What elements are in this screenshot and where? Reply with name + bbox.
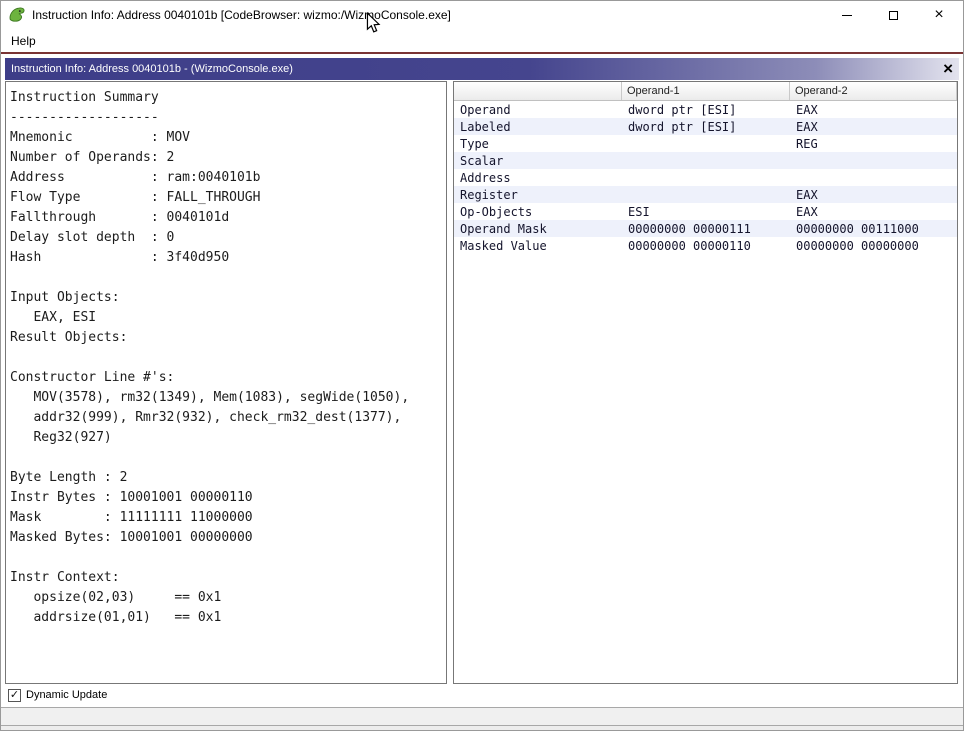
checkmark-icon: ✓ [9,688,20,701]
row-label: Masked Value [460,238,547,253]
table-row[interactable]: Masked Value 00000000 00000110 00000000 00… [454,237,957,254]
row-value [622,186,790,203]
row-label: Op-Objects [460,204,533,219]
column-header-operand-1[interactable]: Operand-1 [622,82,790,100]
row-value [622,169,790,186]
row-value: 00000000 00000000 [796,238,919,253]
operand-table-header: Operand-1 Operand-2 [454,82,957,101]
dialog-close-button[interactable]: × [943,58,953,80]
row-value: dword ptr [ESI] [628,102,737,117]
dialog-close-icon: × [943,59,953,78]
row-value [790,169,957,186]
footer-row: ✓ Dynamic Update [8,686,107,704]
row-value: EAX [796,204,818,219]
row-label: Type [460,136,489,151]
column-header-blank[interactable] [454,82,622,100]
ghidra-icon [9,7,25,22]
minimize-button[interactable] [824,1,870,29]
window-title: Instruction Info: Address 0040101b [Code… [32,8,451,22]
instruction-summary-panel: Instruction Summary ------------------- … [5,81,447,684]
status-bar [1,707,963,726]
app-window: Instruction Info: Address 0040101b [Code… [0,0,964,731]
row-value [622,135,790,152]
table-row[interactable]: Operand Mask 00000000 00000111 00000000 00… [454,220,957,237]
menu-help[interactable]: Help [1,31,46,51]
table-row[interactable]: Address [454,169,957,186]
column-header-operand-2[interactable]: Operand-2 [790,82,957,100]
close-icon: × [934,6,944,23]
row-value: 00000000 00000111 [628,221,751,236]
row-value [622,152,790,169]
summary-text: Instruction Summary ------------------- … [10,90,410,625]
table-row[interactable]: Operand dword ptr [ESI] EAX [454,101,957,118]
row-value: 00000000 00111000 [796,221,919,236]
minimize-icon [842,14,852,16]
table-row[interactable]: Op-Objects ESI EAX [454,203,957,220]
maximize-button[interactable] [870,1,916,29]
dynamic-update-checkbox[interactable]: ✓ [8,688,21,702]
row-value: 00000000 00000110 [628,238,751,253]
menubar: Help [1,29,963,52]
row-value: REG [796,136,818,151]
row-label: Labeled [460,119,511,134]
operand-table-body: Operand dword ptr [ESI] EAX Labeled dword pt… [454,101,957,254]
row-value: dword ptr [ESI] [628,119,737,134]
row-label: Operand Mask [460,221,547,236]
dialog-title: Instruction Info: Address 0040101b - (Wi… [11,63,293,75]
row-label: Scalar [460,153,504,168]
row-value [790,152,957,169]
row-value: EAX [796,119,818,134]
row-value: ESI [628,204,650,219]
close-button[interactable]: × [916,1,962,29]
row-label: Address [460,170,511,185]
table-row[interactable]: Scalar [454,152,957,169]
table-row[interactable]: Type REG [454,135,957,152]
titlebar[interactable]: Instruction Info: Address 0040101b [Code… [1,1,963,29]
row-value: EAX [796,187,818,202]
dialog-titlebar[interactable]: Instruction Info: Address 0040101b - (Wi… [5,58,959,80]
maximize-icon [888,10,898,20]
operand-table-panel: Operand-1 Operand-2 Operand dword ptr [ES… [453,81,958,684]
window-controls: × [824,1,962,29]
table-row[interactable]: Labeled dword ptr [ESI] EAX [454,118,957,135]
row-label: Register [460,187,518,202]
table-row[interactable]: Register EAX [454,186,957,203]
window-bottom-edge [1,726,963,730]
row-label: Operand [460,102,511,117]
dynamic-update-label: Dynamic Update [26,689,108,701]
row-value: EAX [796,102,818,117]
menu-separator [1,52,963,54]
